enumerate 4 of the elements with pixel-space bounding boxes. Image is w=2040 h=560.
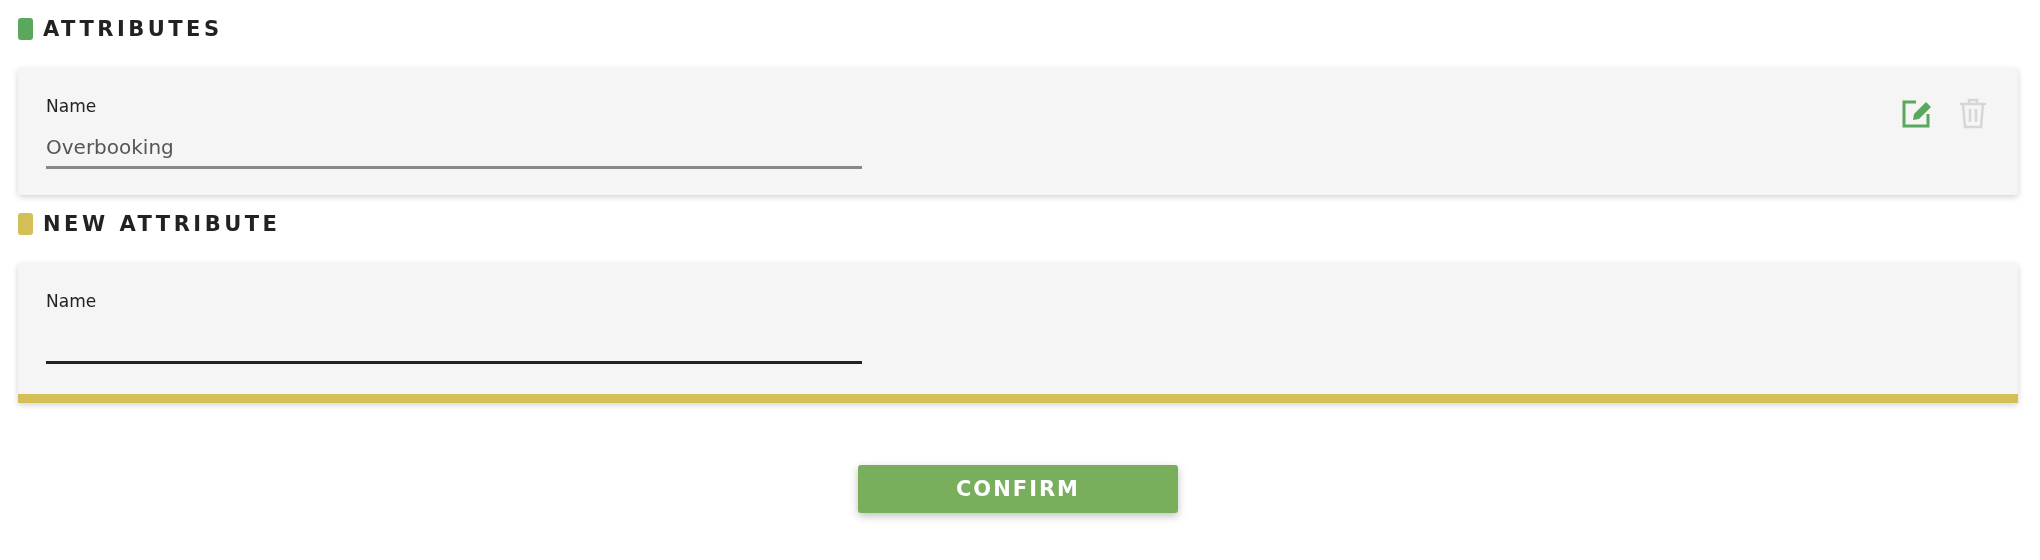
- field-label: Name: [46, 291, 98, 311]
- section-title: ATTRIBUTES: [43, 17, 223, 41]
- field-label: Name: [46, 96, 98, 116]
- section-title: NEW ATTRIBUTE: [43, 212, 281, 236]
